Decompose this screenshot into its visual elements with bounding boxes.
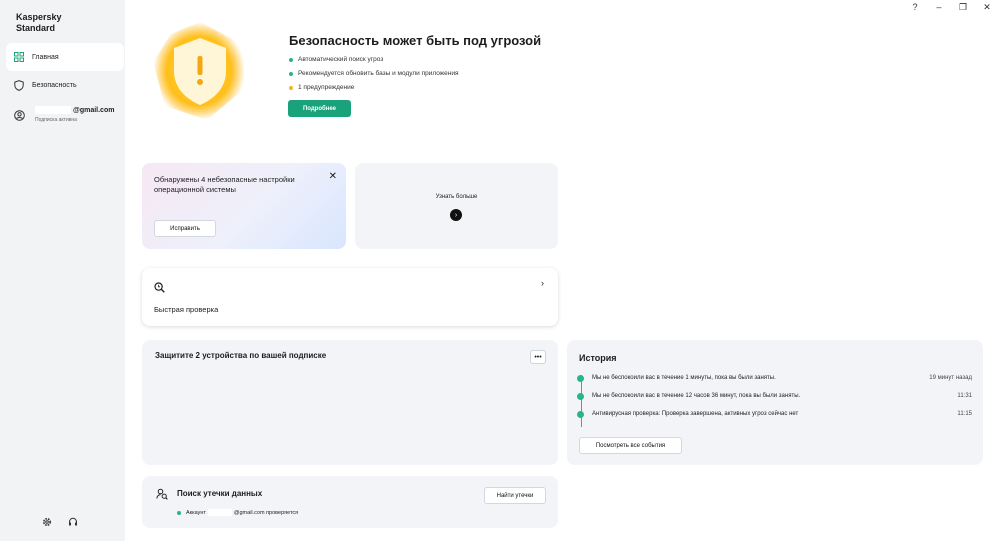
find-leaks-button[interactable]: Найти утечки	[484, 487, 546, 504]
home-grid-icon	[6, 52, 32, 62]
protect-devices-title: Защитите 2 устройства по вашей подписке	[155, 351, 327, 360]
event-time: 11:31	[957, 393, 972, 399]
learn-more-label: Узнать больше	[435, 194, 478, 200]
sidebar-item-label: Главная	[32, 53, 59, 61]
status-item: Автоматический поиск угроз	[289, 53, 458, 67]
hero-title: Безопасность может быть под угрозой	[289, 33, 542, 48]
hero-status-list: Автоматический поиск угроз Рекомендуется…	[289, 53, 458, 95]
event-text: Мы не беспокоили вас в течение 12 часов …	[592, 393, 801, 399]
timeline-dot	[577, 393, 584, 400]
redacted-username	[35, 106, 71, 114]
status-dot-warning	[289, 86, 293, 90]
status-text: Рекомендуется обновить базы и модули при…	[298, 70, 459, 77]
timeline-line	[581, 375, 582, 427]
sidebar-item-home[interactable]: Главная	[6, 43, 124, 71]
shield-warning-icon	[147, 18, 253, 124]
details-button[interactable]: Подробнее	[288, 100, 351, 117]
close-window-button[interactable]: ✕	[982, 2, 992, 13]
settings-gear-icon[interactable]	[42, 514, 52, 532]
event-time: 19 минут назад	[929, 375, 972, 381]
user-avatar-icon	[14, 108, 25, 126]
subscription-status: Подписка активна	[35, 117, 77, 123]
sidebar-item-label: Безопасность	[32, 81, 77, 89]
brand-line-1: Kaspersky	[16, 12, 62, 22]
arrow-right-icon[interactable]: ›	[450, 209, 462, 221]
restore-button[interactable]: ❐	[958, 2, 968, 13]
unsafe-settings-text: Обнаружены 4 небезопасные настройки опер…	[154, 175, 295, 194]
account-email: @gmail.com	[35, 106, 114, 114]
support-headset-icon[interactable]	[68, 514, 78, 532]
learn-more-card[interactable]: Узнать больше ›	[355, 163, 558, 249]
leak-check-status: Аккаунт @gmail.com проверяется	[177, 509, 298, 516]
app-brand: Kaspersky Standard	[16, 12, 62, 34]
status-item: Рекомендуется обновить базы и модули при…	[289, 67, 458, 81]
brand-line-2: Standard	[16, 23, 56, 33]
history-title: История	[579, 353, 617, 363]
status-text: Автоматический поиск угроз	[298, 56, 384, 63]
status-dot-ok	[177, 510, 181, 515]
history-card: История Мы не беспокоили вас в течение 1…	[567, 340, 983, 465]
history-event: Антивирусная проверка: Проверка завершен…	[577, 411, 972, 418]
history-event: Мы не беспокоили вас в течение 12 часов …	[577, 393, 972, 400]
sidebar-item-security[interactable]: Безопасность	[6, 71, 124, 99]
chevron-right-icon: ›	[541, 278, 544, 288]
leak-search-icon	[156, 487, 168, 505]
status-suffix: @gmail.com проверяется	[233, 509, 299, 516]
status-prefix: Аккаунт	[186, 509, 206, 516]
status-dot-ok	[289, 58, 293, 62]
fix-button[interactable]: Исправить	[154, 220, 216, 237]
status-item: 1 предупреждение	[289, 81, 458, 95]
shield-icon	[6, 79, 32, 91]
email-domain: @gmail.com	[73, 106, 115, 114]
event-text: Мы не беспокоили вас в течение 1 минуты,…	[592, 375, 776, 381]
event-text: Антивирусная проверка: Проверка завершен…	[592, 411, 799, 417]
minimize-button[interactable]: –	[934, 2, 944, 13]
data-leak-card: Поиск утечки данных Аккаунт @gmail.com п…	[142, 476, 558, 528]
scan-search-icon	[154, 280, 165, 298]
view-all-events-button[interactable]: Посмотреть все события	[579, 437, 682, 454]
timeline-dot	[577, 411, 584, 418]
quick-scan-label: Быстрая проверка	[154, 305, 219, 314]
timeline-dot	[577, 375, 584, 382]
unsafe-settings-card: Обнаружены 4 небезопасные настройки опер…	[142, 163, 346, 249]
help-button[interactable]: ?	[910, 2, 920, 13]
protect-devices-card: Защитите 2 устройства по вашей подписке …	[142, 340, 558, 465]
status-dot-ok	[289, 72, 293, 76]
status-text: 1 предупреждение	[298, 84, 355, 91]
quick-scan-card[interactable]: › Быстрая проверка	[142, 268, 558, 326]
event-time: 11:15	[957, 411, 972, 417]
history-event: Мы не беспокоили вас в течение 1 минуты,…	[577, 375, 972, 382]
close-icon[interactable]: ✕	[329, 171, 337, 182]
more-options-button[interactable]: •••	[530, 350, 546, 364]
sidebar: Kaspersky Standard Главная Безопасность …	[0, 0, 125, 541]
data-leak-title: Поиск утечки данных	[177, 489, 263, 498]
redacted-username	[207, 509, 232, 516]
window-controls: ? – ❐ ✕	[910, 2, 992, 13]
